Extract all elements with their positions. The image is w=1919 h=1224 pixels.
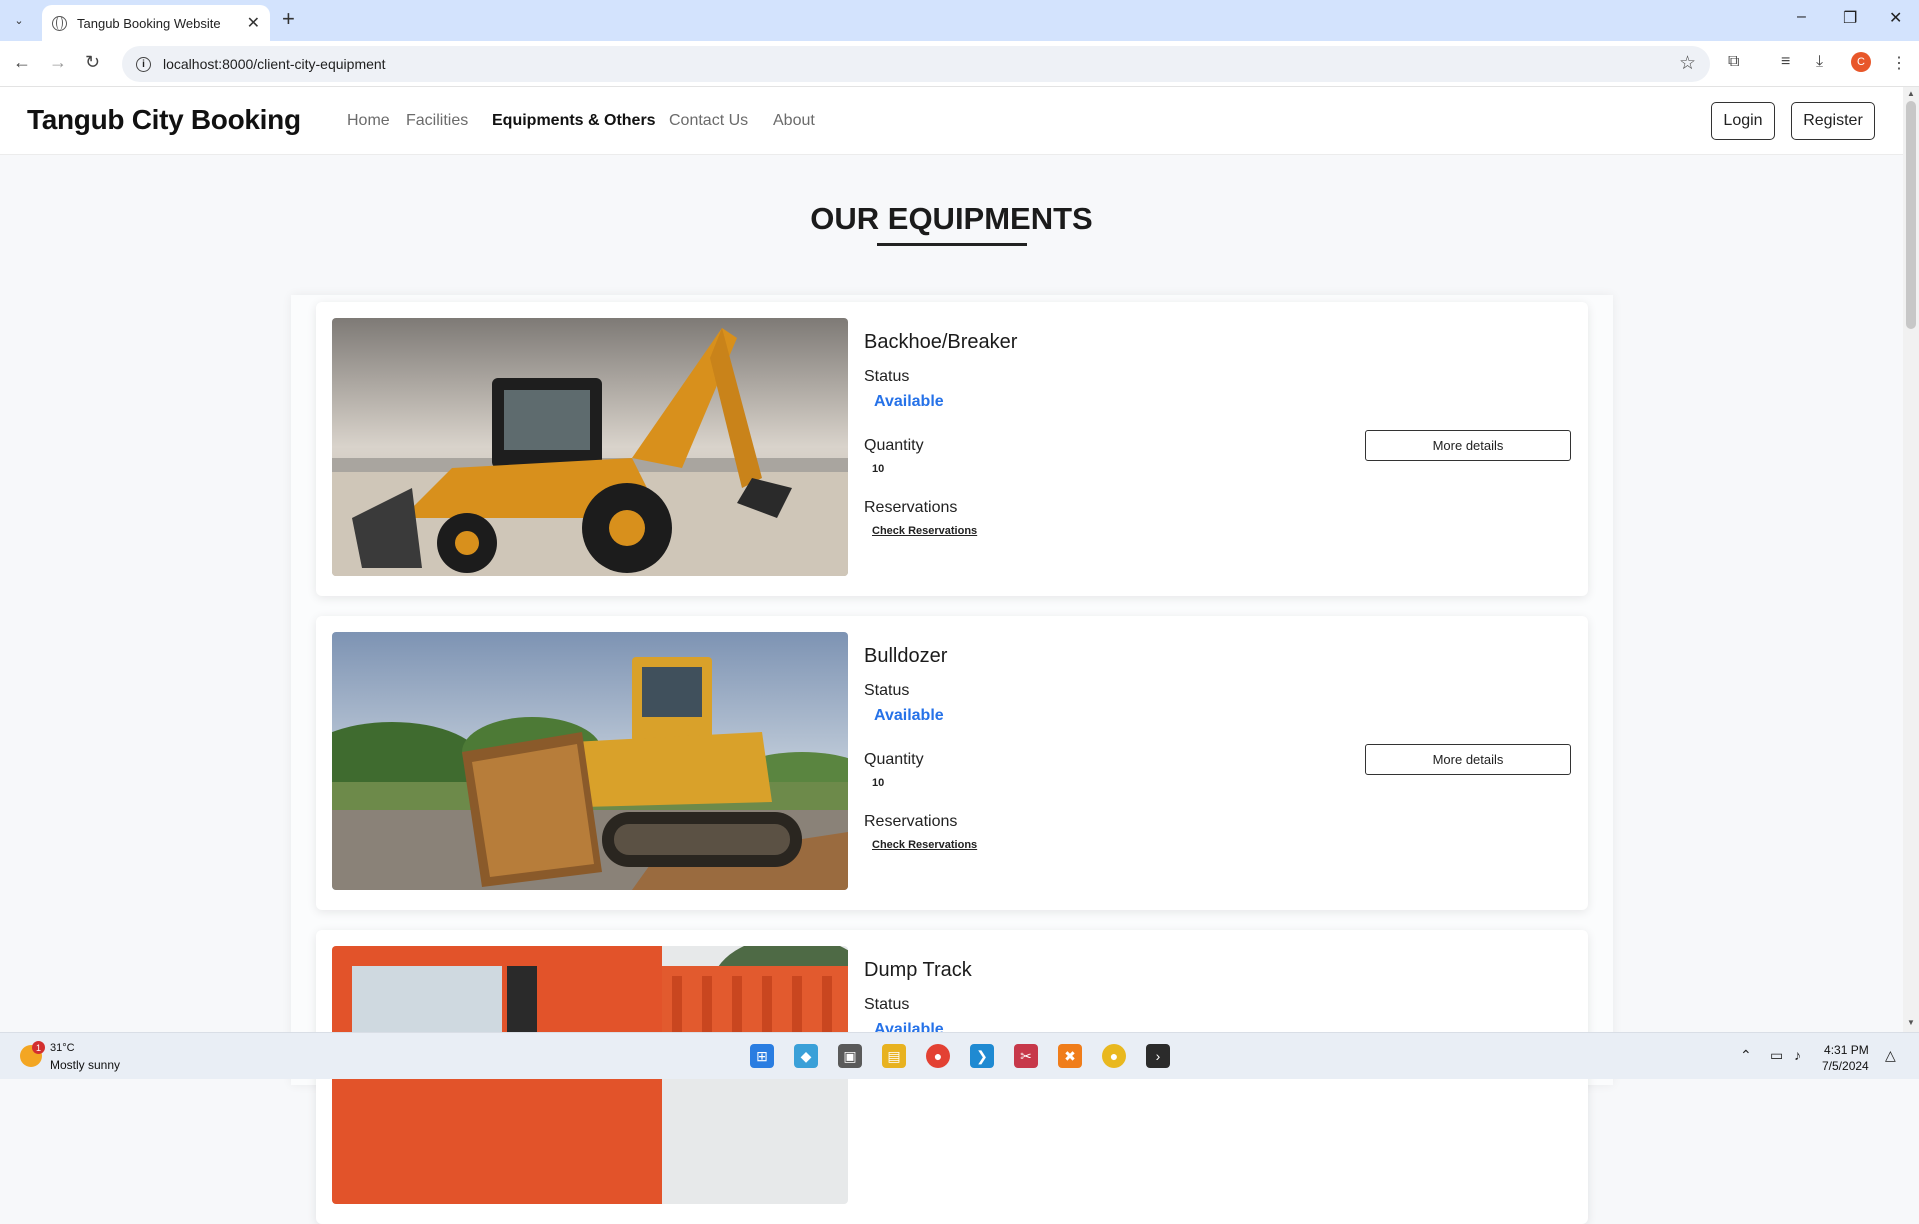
task-view-icon[interactable]: ▣ [838,1044,862,1068]
site-brand[interactable]: Tangub City Booking [27,104,301,136]
quantity-value: 10 [872,463,885,475]
bookmark-star-icon[interactable]: ☆ [1679,52,1696,75]
nav-about[interactable]: About [773,112,815,130]
browser-tab-bar: ⌄ Tangub Booking Website ✕ + – ❐ ✕ [0,0,1919,41]
site-header: Tangub City Booking Home Facilities Equi… [0,87,1903,155]
register-button[interactable]: Register [1791,102,1875,140]
login-button[interactable]: Login [1711,102,1775,140]
weather-temperature[interactable]: 31°C [50,1042,75,1054]
extensions-icon[interactable]: ⧉ [1728,53,1739,71]
new-tab-icon[interactable]: + [282,8,295,30]
notification-bell-icon[interactable]: △ [1885,1047,1896,1064]
forward-icon[interactable]: → [49,52,67,73]
status-label: Status [864,996,910,1013]
status-label: Status [864,368,910,385]
back-icon[interactable]: ← [13,52,31,73]
address-bar[interactable]: i localhost:8000/client-city-equipment ☆ [122,46,1710,82]
vscode-icon[interactable]: ❯ [970,1044,994,1068]
status-label: Status [864,682,910,699]
network-icon[interactable]: ▭ [1770,1047,1783,1064]
more-details-button[interactable]: More details [1365,744,1571,775]
close-tab-icon[interactable]: ✕ [247,13,260,33]
xampp-icon[interactable]: ✖ [1058,1044,1082,1068]
reload-icon[interactable]: ↻ [85,52,100,73]
quantity-label: Quantity [864,751,924,768]
terminal-icon[interactable]: › [1146,1044,1170,1068]
scroll-down-icon[interactable]: ▼ [1907,1018,1915,1027]
clock[interactable]: 4:31 PM 7/5/2024 [1822,1042,1869,1074]
reservations-label: Reservations [864,813,958,830]
tab-search-icon[interactable]: ⌄ [7,8,31,32]
file-explorer-icon[interactable]: ▤ [882,1044,906,1068]
equipment-photo-bulldozer [332,632,848,890]
restore-icon[interactable]: ❐ [1843,8,1857,28]
equipment-card: Bulldozer Status Available Quantity 10 R… [316,616,1588,910]
nav-facilities[interactable]: Facilities [406,112,468,130]
media-control-icon[interactable]: ≡ [1781,53,1790,71]
title-underline [877,243,1027,246]
quantity-label: Quantity [864,437,924,454]
url-text: localhost:8000/client-city-equipment [163,56,386,72]
status-value: Available [874,393,944,410]
status-value: Available [874,707,944,724]
equipment-name: Backhoe/Breaker [864,331,1018,353]
clock-date: 7/5/2024 [1822,1059,1869,1073]
browser-tab[interactable]: Tangub Booking Website ✕ [42,5,270,41]
snipping-tool-icon[interactable]: ✂ [1014,1044,1038,1068]
equipment-photo-backhoe [332,318,848,576]
page-scrollbar[interactable]: ▲ ▼ [1903,87,1919,1032]
clock-time: 4:31 PM [1824,1043,1869,1057]
profile-avatar[interactable]: C [1851,52,1871,72]
weather-description[interactable]: Mostly sunny [50,1058,120,1072]
tray-chevron-icon[interactable]: ⌃ [1740,1047,1752,1064]
scrollbar-thumb[interactable] [1906,101,1916,329]
tab-title: Tangub Booking Website [77,15,221,31]
equipment-name: Dump Track [864,959,972,981]
globe-icon [52,15,67,31]
more-details-button[interactable]: More details [1365,430,1571,461]
minimize-icon[interactable]: – [1797,8,1806,26]
browser-toolbar: ← → ↻ i localhost:8000/client-city-equip… [0,41,1919,87]
equipment-card: Backhoe/Breaker Status Available Quantit… [316,302,1588,596]
equipment-name: Bulldozer [864,645,948,667]
quantity-value: 10 [872,777,885,789]
nav-equipments[interactable]: Equipments & Others [492,112,656,130]
check-reservations-link[interactable]: Check Reservations [872,839,977,851]
nav-home[interactable]: Home [347,112,390,130]
page-title: OUR EQUIPMENTS [810,201,1093,236]
menu-kebab-icon[interactable]: ⋮ [1891,53,1907,73]
close-window-icon[interactable]: ✕ [1889,8,1902,28]
scroll-up-icon[interactable]: ▲ [1907,89,1915,98]
start-icon[interactable]: ⊞ [750,1044,774,1068]
taskbar: 1 31°C Mostly sunny ⊞ ◆ ▣ ▤ ● ❯ ✂ ✖ ● › … [0,1032,1919,1079]
site-info-icon[interactable]: i [136,56,151,72]
nav-contact-us[interactable]: Contact Us [669,112,748,130]
reservations-label: Reservations [864,499,958,516]
app-icon[interactable]: ● [1102,1044,1126,1068]
chrome-icon[interactable]: ● [926,1044,950,1068]
download-icon[interactable]: ⤓ [1816,53,1823,71]
volume-icon[interactable]: ♪ [1794,1047,1801,1063]
weather-badge: 1 [32,1041,45,1054]
copilot-icon[interactable]: ◆ [794,1044,818,1068]
check-reservations-link[interactable]: Check Reservations [872,525,977,537]
